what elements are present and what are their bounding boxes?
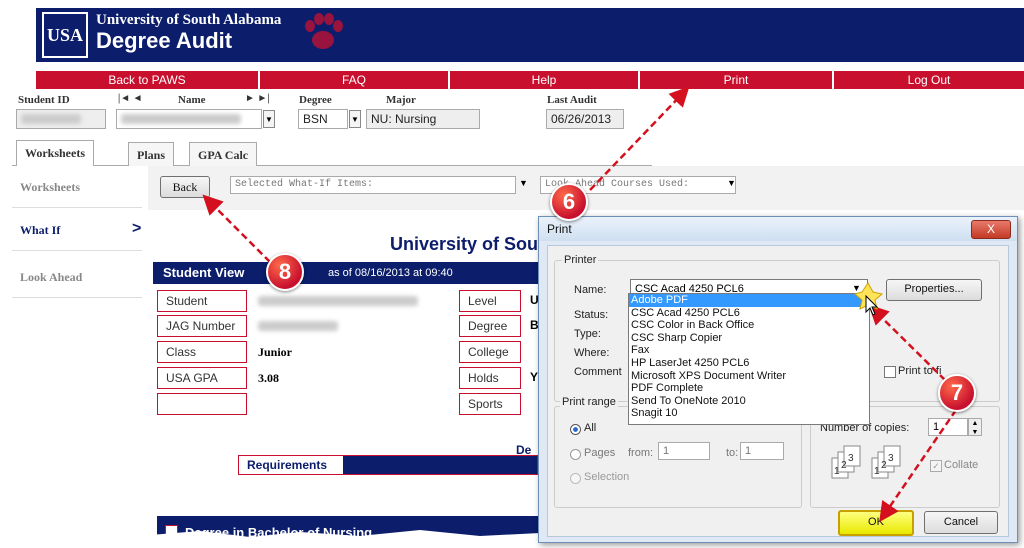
arrow-6 <box>589 86 690 191</box>
arrow-7a <box>868 304 946 381</box>
step-marker-6: 6 <box>550 183 588 221</box>
arrow-7b <box>879 409 958 523</box>
arrow-8 <box>202 194 271 263</box>
step-marker-7: 7 <box>938 374 976 412</box>
annotation-arrows <box>202 86 958 523</box>
step-marker-8: 8 <box>266 253 304 291</box>
